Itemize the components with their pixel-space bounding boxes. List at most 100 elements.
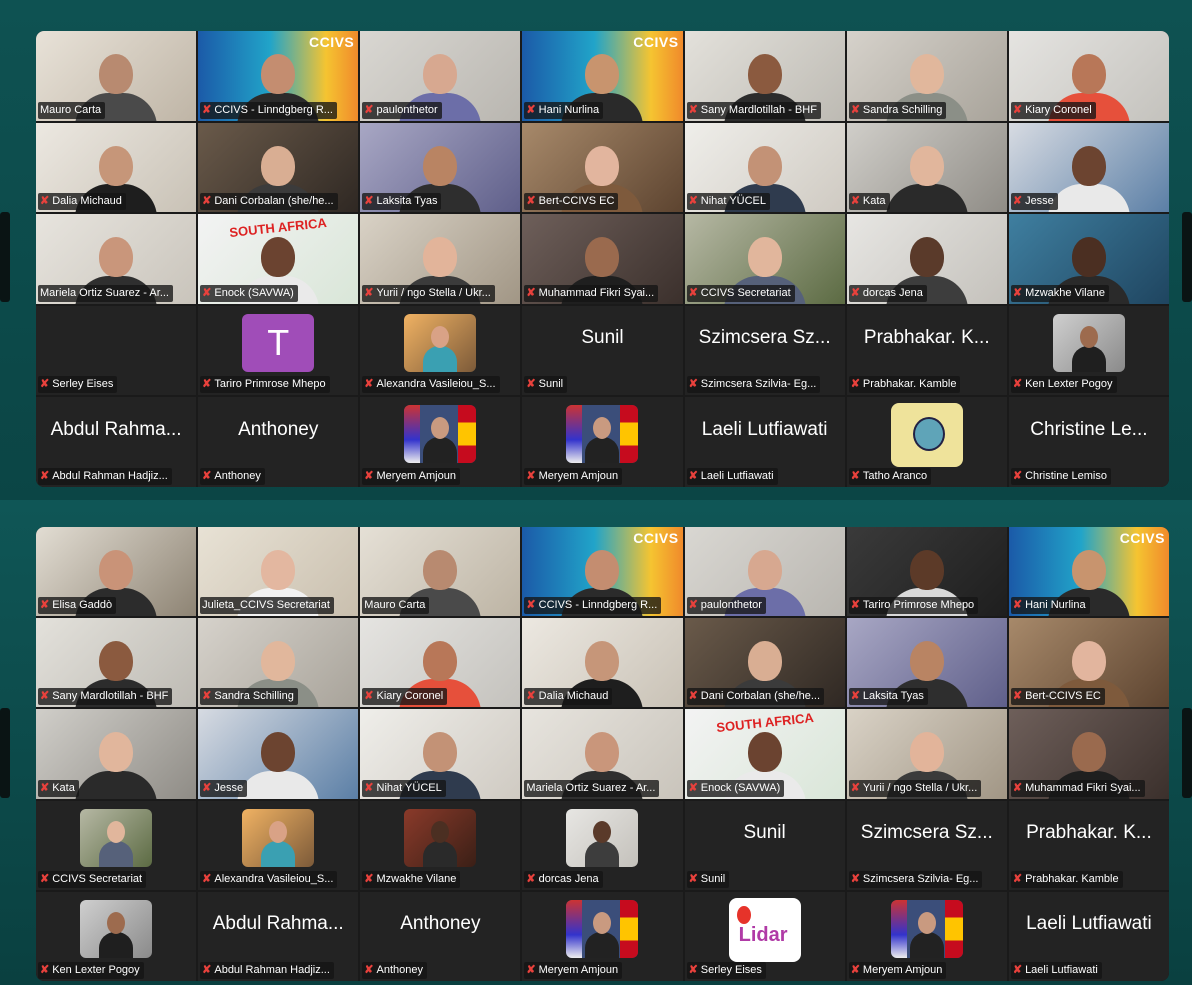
- participant-tile-dorcas-jena[interactable]: ✘ dorcas Jena: [846, 214, 1007, 304]
- participant-tile-ccivs-secretariat[interactable]: ✘ CCIVS Secretariat: [684, 214, 845, 304]
- participant-tile-mariela-ortiz-suarez-ar[interactable]: Mariela Ortiz Suarez - Ar...: [522, 709, 683, 799]
- participant-tile-julieta-ccivs-secretariat[interactable]: Julieta_CCIVS Secretariat: [198, 527, 359, 617]
- participant-tile-jesse[interactable]: ✘ Jesse: [1008, 122, 1169, 213]
- participant-tile-laeli-lutfiawati[interactable]: Laeli Lutfiawati ✘ Laeli Lutfiawati: [684, 397, 845, 487]
- name-label: ✘ Dalia Michaud: [524, 688, 613, 706]
- participant-tile-elisa-gadd[interactable]: ✘ Elisa Gaddò: [36, 527, 197, 617]
- participant-tile-kata[interactable]: ✘ Kata: [846, 122, 1007, 213]
- participant-name: Mzwakhe Vilane: [1025, 286, 1105, 299]
- participant-tile-meryem-amjoun[interactable]: ✘ Meryem Amjoun: [522, 891, 683, 981]
- participant-tile-kiary-coronel[interactable]: ✘ Kiary Coronel: [1008, 31, 1169, 121]
- name-label: ✘ CCIVS Secretariat: [686, 284, 795, 302]
- name-label: ✘ Kata: [38, 779, 79, 797]
- participant-tile-serley-eises[interactable]: Lidar ✘ Serley Eises: [684, 891, 845, 981]
- participant-name: Julieta_CCIVS Secretariat: [202, 599, 330, 612]
- name-label: ✘ Sany Mardlotillah - BHF: [686, 101, 821, 119]
- participant-tile-sunil[interactable]: Sunil ✘ Sunil: [684, 800, 845, 890]
- participant-tile-kata[interactable]: ✘ Kata: [36, 709, 197, 799]
- participant-name: Bert-CCIVS EC: [1025, 690, 1101, 703]
- participant-tile-meryem-amjoun[interactable]: ✘ Meryem Amjoun: [360, 397, 521, 487]
- mic-muted-icon: ✘: [202, 195, 212, 208]
- participant-name: Tariro Primrose Mhepo: [214, 378, 326, 391]
- participant-tile-enock-savwa[interactable]: SOUTH AFRICA ✘ Enock (SAVWA): [684, 709, 845, 799]
- participant-tile-meryem-amjoun[interactable]: ✘ Meryem Amjoun: [846, 891, 1007, 981]
- participant-tile-dani-corbalan-she-he[interactable]: ✘ Dani Corbalan (she/he...: [198, 122, 359, 213]
- name-label: ✘ CCIVS - Linndgberg R...: [200, 101, 337, 119]
- participant-name: Sunil: [538, 378, 564, 391]
- participant-tile-bert-ccivs-ec[interactable]: ✘ Bert-CCIVS EC: [1008, 618, 1169, 708]
- participant-tile-laksita-tyas[interactable]: ✘ Laksita Tyas: [360, 122, 521, 213]
- name-label: ✘ Hani Nurlina: [1010, 597, 1090, 615]
- participant-face: [423, 732, 458, 773]
- participant-face: [1071, 145, 1106, 186]
- participant-face: [747, 732, 782, 773]
- participant-tile-prabhakar-kamble[interactable]: Prabhakar. K... ✘ Prabhakar. Kamble: [846, 305, 1007, 396]
- participant-name: CCIVS Secretariat: [700, 286, 791, 299]
- name-label: ✘ Sany Mardlotillah - BHF: [38, 688, 173, 706]
- participant-tile-yurii-ngo-stella-ukr[interactable]: ✘ Yurii / ngo Stella / Ukr...: [846, 709, 1007, 799]
- participant-tile-ken-lexter-pogoy[interactable]: ✘ Ken Lexter Pogoy: [1008, 305, 1169, 396]
- participant-tile-nihat-y-cel[interactable]: ✘ Nihat YÜCEL: [684, 122, 845, 213]
- participant-tile-ccivs-linndgberg-r[interactable]: CCIVS ✘ CCIVS - Linndgberg R...: [198, 31, 359, 121]
- mic-muted-icon: ✘: [526, 469, 536, 482]
- participant-name: Kiary Coronel: [1025, 103, 1092, 116]
- participant-tile-alexandra-vasileiou-s[interactable]: ✘ Alexandra Vasileiou_S...: [198, 800, 359, 890]
- participant-tile-ccivs-secretariat[interactable]: ✘ CCIVS Secretariat: [36, 800, 197, 890]
- participant-tile-ken-lexter-pogoy[interactable]: ✘ Ken Lexter Pogoy: [36, 891, 197, 981]
- participant-tile-enock-savwa[interactable]: SOUTH AFRICA ✘ Enock (SAVWA): [198, 214, 359, 304]
- participant-tile-nihat-y-cel[interactable]: ✘ Nihat YÜCEL: [360, 709, 521, 799]
- participant-tile-tatho-aranco[interactable]: ✘ Tatho Aranco: [846, 397, 1007, 487]
- participant-tile-dani-corbalan-she-he[interactable]: ✘ Dani Corbalan (she/he...: [684, 618, 845, 708]
- participant-tile-laksita-tyas[interactable]: ✘ Laksita Tyas: [846, 618, 1007, 708]
- participant-tile-muhammad-fikri-syai[interactable]: ✘ Muhammad Fikri Syai...: [522, 214, 683, 304]
- participant-tile-sany-mardlotillah-bhf[interactable]: ✘ Sany Mardlotillah - BHF: [36, 618, 197, 708]
- participant-tile-mzwakhe-vilane[interactable]: ✘ Mzwakhe Vilane: [360, 800, 521, 890]
- name-label: ✘ Tatho Aranco: [848, 467, 932, 485]
- participant-tile-dalia-michaud[interactable]: ✘ Dalia Michaud: [36, 122, 197, 213]
- name-label: ✘ Prabhakar. Kamble: [848, 376, 961, 394]
- name-label: Julieta_CCIVS Secretariat: [200, 597, 334, 615]
- participant-tile-serley-eises[interactable]: ✘ Serley Eises: [36, 305, 197, 396]
- participant-tile-paulonthetor[interactable]: ✘ paulonthetor: [360, 31, 521, 121]
- participant-tile-laeli-lutfiawati[interactable]: Laeli Lutfiawati ✘ Laeli Lutfiawati: [1008, 891, 1169, 981]
- participant-name: Jesse: [1025, 195, 1054, 208]
- participant-tile-prabhakar-kamble[interactable]: Prabhakar. K... ✘ Prabhakar. Kamble: [1008, 800, 1169, 890]
- participant-tile-mauro-carta[interactable]: Mauro Carta: [36, 31, 197, 121]
- participant-tile-jesse[interactable]: ✘ Jesse: [198, 709, 359, 799]
- participant-tile-anthoney[interactable]: Anthoney ✘ Anthoney: [198, 397, 359, 487]
- participant-tile-paulonthetor[interactable]: ✘ paulonthetor: [684, 527, 845, 617]
- participant-name: Prabhakar. Kamble: [1025, 872, 1119, 885]
- participant-tile-tariro-primrose-mhepo[interactable]: ✘ Tariro Primrose Mhepo: [846, 527, 1007, 617]
- mic-muted-icon: ✘: [202, 781, 212, 794]
- participant-tile-sany-mardlotillah-bhf[interactable]: ✘ Sany Mardlotillah - BHF: [684, 31, 845, 121]
- participant-tile-tariro-primrose-mhepo[interactable]: T ✘ Tariro Primrose Mhepo: [198, 305, 359, 396]
- participant-tile-bert-ccivs-ec[interactable]: ✘ Bert-CCIVS EC: [522, 122, 683, 213]
- mic-muted-icon: ✘: [202, 103, 212, 116]
- participant-tile-yurii-ngo-stella-ukr[interactable]: ✘ Yurii / ngo Stella / Ukr...: [360, 214, 521, 304]
- participant-tile-sunil[interactable]: Sunil ✘ Sunil: [522, 305, 683, 396]
- participant-tile-hani-nurlina[interactable]: CCIVS ✘ Hani Nurlina: [522, 31, 683, 121]
- participant-tile-kiary-coronel[interactable]: ✘ Kiary Coronel: [360, 618, 521, 708]
- participant-tile-ccivs-linndgberg-r[interactable]: CCIVS ✘ CCIVS - Linndgberg R...: [522, 527, 683, 617]
- participant-tile-abdul-rahman-hadjiz[interactable]: Abdul Rahma... ✘ Abdul Rahman Hadjiz...: [36, 397, 197, 487]
- mic-muted-icon: ✘: [364, 781, 374, 794]
- participant-tile-dalia-michaud[interactable]: ✘ Dalia Michaud: [522, 618, 683, 708]
- participant-tile-mariela-ortiz-suarez-ar[interactable]: Mariela Ortiz Suarez - Ar...: [36, 214, 197, 304]
- participant-name: Ken Lexter Pogoy: [1025, 378, 1113, 391]
- participant-tile-alexandra-vasileiou-s[interactable]: ✘ Alexandra Vasileiou_S...: [360, 305, 521, 396]
- participant-tile-mzwakhe-vilane[interactable]: ✘ Mzwakhe Vilane: [1008, 214, 1169, 304]
- participant-tile-christine-lemiso[interactable]: Christine Le... ✘ Christine Lemiso: [1008, 397, 1169, 487]
- participant-tile-abdul-rahman-hadjiz[interactable]: Abdul Rahma... ✘ Abdul Rahman Hadjiz...: [198, 891, 359, 981]
- participant-tile-sandra-schilling[interactable]: ✘ Sandra Schilling: [846, 31, 1007, 121]
- participant-tile-anthoney[interactable]: Anthoney ✘ Anthoney: [360, 891, 521, 981]
- participant-tile-hani-nurlina[interactable]: CCIVS ✘ Hani Nurlina: [1008, 527, 1169, 617]
- participant-name: Hani Nurlina: [1025, 599, 1086, 612]
- participant-tile-szimcsera-szilvia-eg[interactable]: Szimcsera Sz... ✘ Szimcsera Szilvia- Eg...: [846, 800, 1007, 890]
- participant-tile-meryem-amjoun[interactable]: ✘ Meryem Amjoun: [522, 397, 683, 487]
- participant-tile-mauro-carta[interactable]: Mauro Carta: [360, 527, 521, 617]
- participant-tile-sandra-schilling[interactable]: ✘ Sandra Schilling: [198, 618, 359, 708]
- participant-tile-muhammad-fikri-syai[interactable]: ✘ Muhammad Fikri Syai...: [1008, 709, 1169, 799]
- mic-muted-icon: ✘: [202, 286, 212, 299]
- participant-tile-dorcas-jena[interactable]: ✘ dorcas Jena: [522, 800, 683, 890]
- participant-tile-szimcsera-szilvia-eg[interactable]: Szimcsera Sz... ✘ Szimcsera Szilvia- Eg...: [684, 305, 845, 396]
